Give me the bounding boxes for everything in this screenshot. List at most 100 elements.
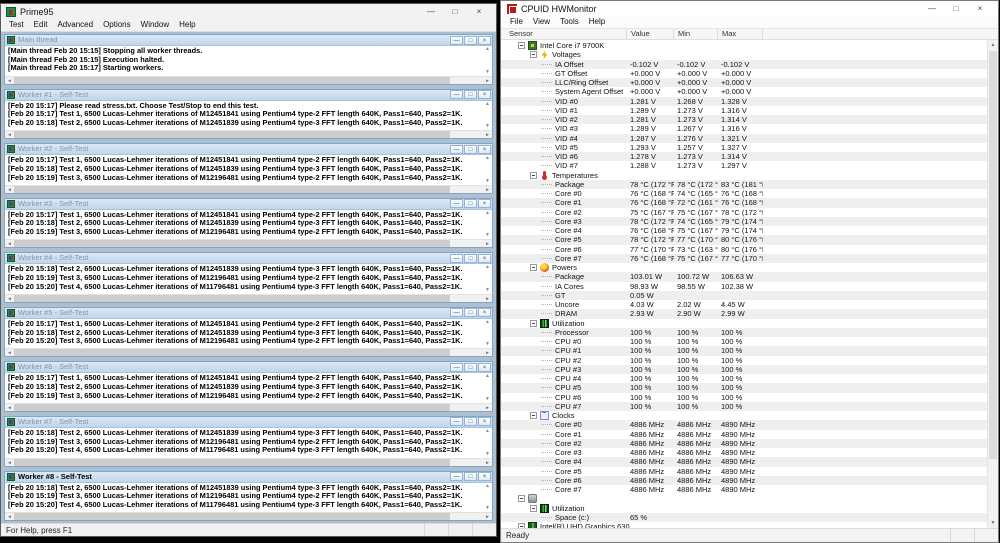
vertical-scrollbar[interactable]: ▲ ▼ <box>987 40 998 528</box>
horizontal-scrollbar[interactable]: ◄► <box>5 348 492 356</box>
sensor-row[interactable]: Uncore4.03 W2.02 W4.45 W <box>501 300 987 309</box>
scrollbar-track[interactable] <box>14 349 483 356</box>
scroll-up-icon[interactable]: ▲ <box>485 429 490 434</box>
scrollbar-track[interactable] <box>14 186 483 193</box>
section-row[interactable]: Utilization <box>501 319 987 328</box>
minimize-button[interactable]: — <box>450 145 463 154</box>
hwmonitor-titlebar[interactable]: CPUID HWMonitor — □ × <box>501 1 998 16</box>
sensor-row[interactable]: CPU #3100 %100 %100 % <box>501 365 987 374</box>
scrollbar-thumb[interactable] <box>14 513 450 520</box>
scroll-down-icon[interactable]: ▼ <box>485 233 490 238</box>
collapse-icon[interactable] <box>530 412 537 419</box>
scroll-down-icon[interactable]: ▼ <box>485 288 490 293</box>
collapse-icon[interactable] <box>530 51 537 58</box>
minimize-button[interactable]: — <box>450 308 463 317</box>
scrollbar-track[interactable] <box>14 77 483 84</box>
scrollbar-track[interactable] <box>14 240 483 247</box>
close-button[interactable]: × <box>968 2 992 16</box>
sensor-row[interactable]: IA Offset-0.102 V-0.102 V-0.102 V <box>501 60 987 69</box>
restore-button[interactable]: □ <box>464 417 477 426</box>
device-row[interactable] <box>501 494 987 503</box>
scroll-down-icon[interactable]: ▼ <box>485 179 490 184</box>
scroll-right-icon[interactable]: ► <box>483 295 492 302</box>
scroll-right-icon[interactable]: ► <box>483 404 492 411</box>
menu-item-options[interactable]: Options <box>98 19 136 31</box>
sensor-row[interactable]: VID #61.278 V1.273 V1.314 V <box>501 152 987 161</box>
scroll-down-icon[interactable]: ▼ <box>485 342 490 347</box>
sensor-row[interactable]: Core #476 °C (168 °F)75 °C (167 °F)79 °C… <box>501 226 987 235</box>
scroll-down-icon[interactable]: ▼ <box>485 124 490 129</box>
minimize-button[interactable]: — <box>450 363 463 372</box>
collapse-icon[interactable] <box>518 523 525 528</box>
scroll-right-icon[interactable]: ► <box>483 77 492 84</box>
menu-item-edit[interactable]: Edit <box>29 19 53 31</box>
sensor-row[interactable]: GT Offset+0.000 V+0.000 V+0.000 V <box>501 69 987 78</box>
close-button[interactable]: × <box>478 363 491 372</box>
sensor-row[interactable]: Core #44886 MHz4886 MHz4890 MHz <box>501 457 987 466</box>
restore-button[interactable]: □ <box>464 90 477 99</box>
scroll-left-icon[interactable]: ◄ <box>5 77 14 84</box>
sensor-row[interactable]: Space (c:)65 % <box>501 513 987 522</box>
scroll-down-icon[interactable]: ▼ <box>485 397 490 402</box>
close-button[interactable]: × <box>478 417 491 426</box>
maximize-button[interactable]: □ <box>944 2 968 16</box>
scroll-left-icon[interactable]: ◄ <box>5 186 14 193</box>
scrollbar-thumb[interactable] <box>989 51 997 459</box>
sensor-row[interactable]: VID #01.281 V1.268 V1.328 V <box>501 97 987 106</box>
scroll-left-icon[interactable]: ◄ <box>5 404 14 411</box>
scroll-down-icon[interactable]: ▼ <box>485 506 490 511</box>
scroll-right-icon[interactable]: ► <box>483 186 492 193</box>
child-window-titlebar[interactable]: Worker #7 - Self-Test—□× <box>5 417 492 428</box>
scrollbar-thumb[interactable] <box>14 349 450 356</box>
prime95-titlebar[interactable]: Prime95 — □ × <box>1 4 496 19</box>
sensor-row[interactable]: Core #54886 MHz4886 MHz4890 MHz <box>501 467 987 476</box>
sensor-row[interactable]: Package78 °C (172 °F)78 °C (172 °F)83 °C… <box>501 180 987 189</box>
horizontal-scrollbar[interactable]: ◄► <box>5 512 492 520</box>
scroll-right-icon[interactable]: ► <box>483 459 492 466</box>
scrollbar-thumb[interactable] <box>14 131 450 138</box>
minimize-button[interactable]: — <box>450 36 463 45</box>
scroll-left-icon[interactable]: ◄ <box>5 295 14 302</box>
scrollbar-thumb[interactable] <box>14 77 450 84</box>
sensor-row[interactable]: Core #04886 MHz4886 MHz4890 MHz <box>501 420 987 429</box>
collapse-icon[interactable] <box>530 264 537 271</box>
scrollbar-thumb[interactable] <box>14 240 450 247</box>
close-button[interactable]: × <box>478 254 491 263</box>
scrollbar-track[interactable] <box>14 295 483 302</box>
sensor-row[interactable]: LLC/Ring Offset+0.000 V+0.000 V+0.000 V <box>501 78 987 87</box>
restore-button[interactable]: □ <box>464 472 477 481</box>
sensor-row[interactable]: CPU #1100 %100 %100 % <box>501 346 987 355</box>
sensor-row[interactable]: CPU #6100 %100 %100 % <box>501 393 987 402</box>
scroll-right-icon[interactable]: ► <box>483 513 492 520</box>
scroll-left-icon[interactable]: ◄ <box>5 459 14 466</box>
sensor-row[interactable]: Core #076 °C (168 °F)74 °C (165 °F)76 °C… <box>501 189 987 198</box>
child-window-titlebar[interactable]: Worker #1 - Self-Test—□× <box>5 90 492 101</box>
scroll-right-icon[interactable]: ► <box>483 349 492 356</box>
sensor-row[interactable]: Core #578 °C (172 °F)77 °C (170 °F)80 °C… <box>501 235 987 244</box>
child-window-titlebar[interactable]: Main thread—□× <box>5 35 492 46</box>
sensor-row[interactable]: GT0.05 W <box>501 291 987 300</box>
menu-item-advanced[interactable]: Advanced <box>52 19 98 31</box>
section-row[interactable]: Clocks <box>501 411 987 420</box>
child-window-titlebar[interactable]: Worker #6 - Self-Test—□× <box>5 362 492 373</box>
scroll-left-icon[interactable]: ◄ <box>5 349 14 356</box>
collapse-icon[interactable] <box>530 172 537 179</box>
minimize-button[interactable]: — <box>450 472 463 481</box>
collapse-icon[interactable] <box>518 42 525 49</box>
restore-button[interactable]: □ <box>464 199 477 208</box>
sensor-row[interactable]: CPU #7100 %100 %100 % <box>501 402 987 411</box>
device-row[interactable]: Intel Core i7 9700K <box>501 41 987 50</box>
scroll-up-icon[interactable]: ▲ <box>485 484 490 489</box>
scroll-down-icon[interactable]: ▼ <box>485 70 490 75</box>
menu-item-file[interactable]: File <box>505 16 528 28</box>
minimize-button[interactable]: — <box>450 199 463 208</box>
collapse-icon[interactable] <box>530 320 537 327</box>
close-button[interactable]: × <box>478 36 491 45</box>
scroll-up-icon[interactable]: ▲ <box>485 265 490 270</box>
sensor-row[interactable]: VID #11.289 V1.273 V1.316 V <box>501 106 987 115</box>
sensor-row[interactable]: Core #776 °C (168 °F)75 °C (167 °F)77 °C… <box>501 254 987 263</box>
scroll-up-icon[interactable]: ▲ <box>485 320 490 325</box>
scroll-left-icon[interactable]: ◄ <box>5 513 14 520</box>
horizontal-scrollbar[interactable]: ◄► <box>5 130 492 138</box>
sensor-row[interactable]: VID #31.289 V1.267 V1.316 V <box>501 124 987 133</box>
